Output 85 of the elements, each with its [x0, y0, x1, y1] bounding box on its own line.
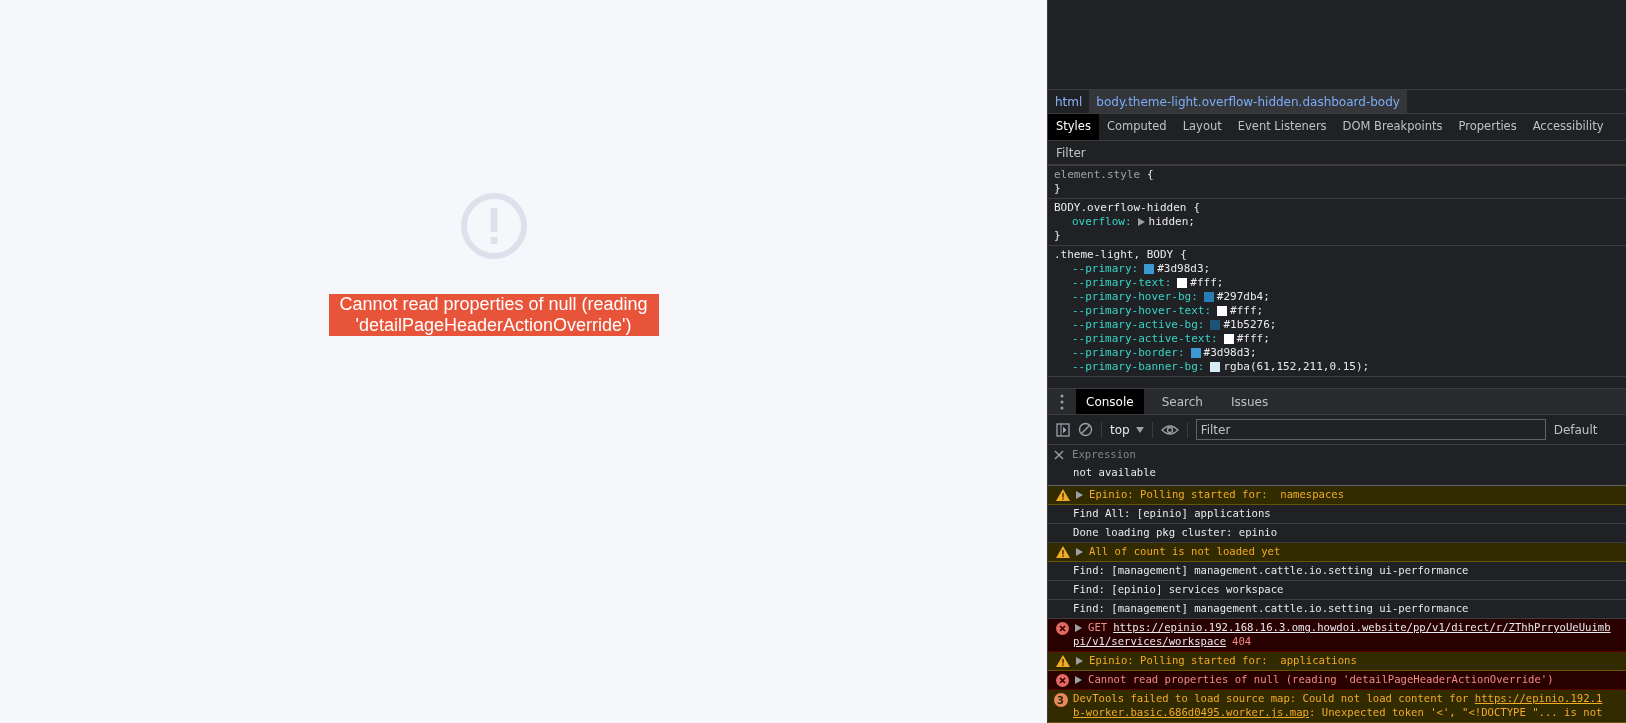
css-selector: element.style — [1054, 168, 1141, 182]
css-selector: BODY.overflow-hidden — [1054, 201, 1187, 215]
css-property: --primary: — [1072, 262, 1139, 276]
console-filter-field[interactable]: Filter — [1195, 419, 1546, 441]
close-icon[interactable] — [1054, 450, 1064, 461]
console-message: Done loading pkg cluster: epinio — [1073, 525, 1278, 541]
request-url-link[interactable]: https://epinio.192.168.16.3.omg.howdoi.website/pp/v1/direct/r/ZThhPrryoUeUuimb — [1113, 620, 1611, 636]
css-property: overflow: — [1072, 215, 1132, 229]
warning-message: All of count is not loaded yet — [1089, 544, 1281, 560]
expression-result: not available — [1072, 465, 1157, 481]
css-property: --primary-banner-bg: — [1072, 360, 1205, 374]
expand-triangle-icon[interactable] — [1076, 657, 1083, 665]
brace: { — [1193, 201, 1201, 215]
panel-tab[interactable]: DOM Breakpoints — [1334, 114, 1451, 140]
sidebar-toggle-icon[interactable] — [1056, 422, 1070, 437]
breadcrumb-item[interactable]: html — [1048, 90, 1090, 113]
console-message: Find: [epinio] services workspace — [1073, 582, 1284, 598]
color-swatch[interactable] — [1223, 334, 1234, 344]
context-dropdown[interactable]: top — [1110, 420, 1144, 439]
expand-triangle-icon[interactable] — [1137, 218, 1145, 226]
warning-icon — [1056, 655, 1070, 667]
caret-icon — [1135, 426, 1144, 433]
warning-message: Epinio: Polling started for: applications — [1089, 653, 1357, 669]
drawer-tab[interactable]: Search — [1151, 389, 1213, 415]
brace: { — [1147, 168, 1154, 182]
warning-message: Epinio: Polling started for: namespaces — [1089, 487, 1345, 503]
panel-tab[interactable]: Layout — [1174, 114, 1230, 140]
panel-tab[interactable]: Accessibility — [1524, 114, 1612, 140]
css-value: rgba(61,152,211,0.15); — [1223, 360, 1370, 374]
expand-triangle-icon[interactable] — [1076, 548, 1083, 556]
clear-console-icon[interactable] — [1078, 422, 1093, 438]
css-selector: .theme-light, BODY — [1054, 248, 1174, 262]
drawer-tab[interactable]: Console — [1076, 389, 1144, 415]
request-url-link[interactable]: pi/v1/services/workspace — [1073, 634, 1227, 650]
css-property: --primary-active-text: — [1072, 332, 1218, 346]
css-value: #3d98d3; — [1203, 346, 1257, 360]
expand-triangle-icon[interactable] — [1076, 491, 1083, 499]
warning-icon — [1056, 489, 1070, 501]
repeat-count-badge: 3 — [1053, 693, 1068, 707]
color-swatch[interactable] — [1210, 320, 1221, 330]
css-value: #fff; — [1190, 276, 1224, 290]
warning-message: : Unexpected token '<', "<!DOCTYPE "... is not — [1309, 705, 1603, 721]
error-message: Cannot read properties of null (reading 'detailPageHeaderActionOverride') — [1088, 672, 1554, 688]
css-property: --primary-text: — [1072, 276, 1172, 290]
drawer-tab[interactable]: Issues — [1220, 389, 1279, 415]
breadcrumb-item[interactable]: body.theme-light.overflow-hidden.dashboard-body — [1089, 90, 1407, 113]
css-value: #fff; — [1230, 304, 1264, 318]
panel-tab[interactable]: Computed — [1098, 114, 1175, 140]
console-message: Find: [management] management.cattle.io.setting ui-performance — [1073, 563, 1469, 579]
color-swatch[interactable] — [1190, 348, 1201, 358]
source-map-link[interactable]: b-worker.basic.686d0495.worker.js.map — [1073, 705, 1309, 721]
brace: } — [1054, 229, 1062, 243]
css-property: --primary-hover-bg: — [1072, 290, 1198, 304]
status-code: 404 — [1232, 634, 1252, 650]
expression-field[interactable]: Expression — [1072, 447, 1272, 464]
warning-message: DevTools failed to load source map: Could not load content for — [1073, 691, 1470, 707]
color-swatch[interactable] — [1203, 292, 1214, 302]
source-map-link[interactable]: https://epinio.192.1 — [1474, 691, 1603, 707]
css-property: --primary-border: — [1072, 346, 1185, 360]
color-swatch[interactable] — [1144, 264, 1155, 274]
css-value: hidden; — [1148, 215, 1195, 229]
warning-icon — [459, 192, 528, 260]
color-swatch[interactable] — [1217, 306, 1228, 316]
warning-icon — [1056, 546, 1070, 558]
log-levels-dropdown[interactable]: Default — [1553, 420, 1598, 439]
css-property: --primary-active-bg: — [1072, 318, 1205, 332]
css-value: #297db4; — [1216, 290, 1270, 304]
css-value: #3d98d3; — [1157, 262, 1211, 276]
expand-triangle-icon[interactable] — [1075, 676, 1082, 684]
panel-tab[interactable]: Properties — [1450, 114, 1525, 140]
error-message: Cannot read properties of null (reading 'detailPageHeaderActionOverride') — [328, 294, 659, 336]
eye-icon[interactable] — [1160, 423, 1179, 436]
color-swatch[interactable] — [1210, 362, 1221, 372]
css-value: #1b5276; — [1223, 318, 1277, 332]
css-property: --primary-hover-text: — [1072, 304, 1212, 318]
brace: } — [1054, 182, 1062, 196]
panel-tab[interactable]: Event Listeners — [1229, 114, 1335, 140]
color-swatch[interactable] — [1177, 278, 1188, 288]
expand-triangle-icon[interactable] — [1075, 624, 1082, 632]
console-message: Find: [management] management.cattle.io.setting ui-performance — [1073, 601, 1469, 617]
request-method: GET — [1088, 620, 1108, 636]
panel-tab[interactable]: Styles — [1048, 114, 1099, 140]
brace: { — [1180, 248, 1187, 262]
console-message: Find All: [epinio] applications — [1073, 506, 1271, 522]
css-value: #fff; — [1236, 332, 1270, 346]
